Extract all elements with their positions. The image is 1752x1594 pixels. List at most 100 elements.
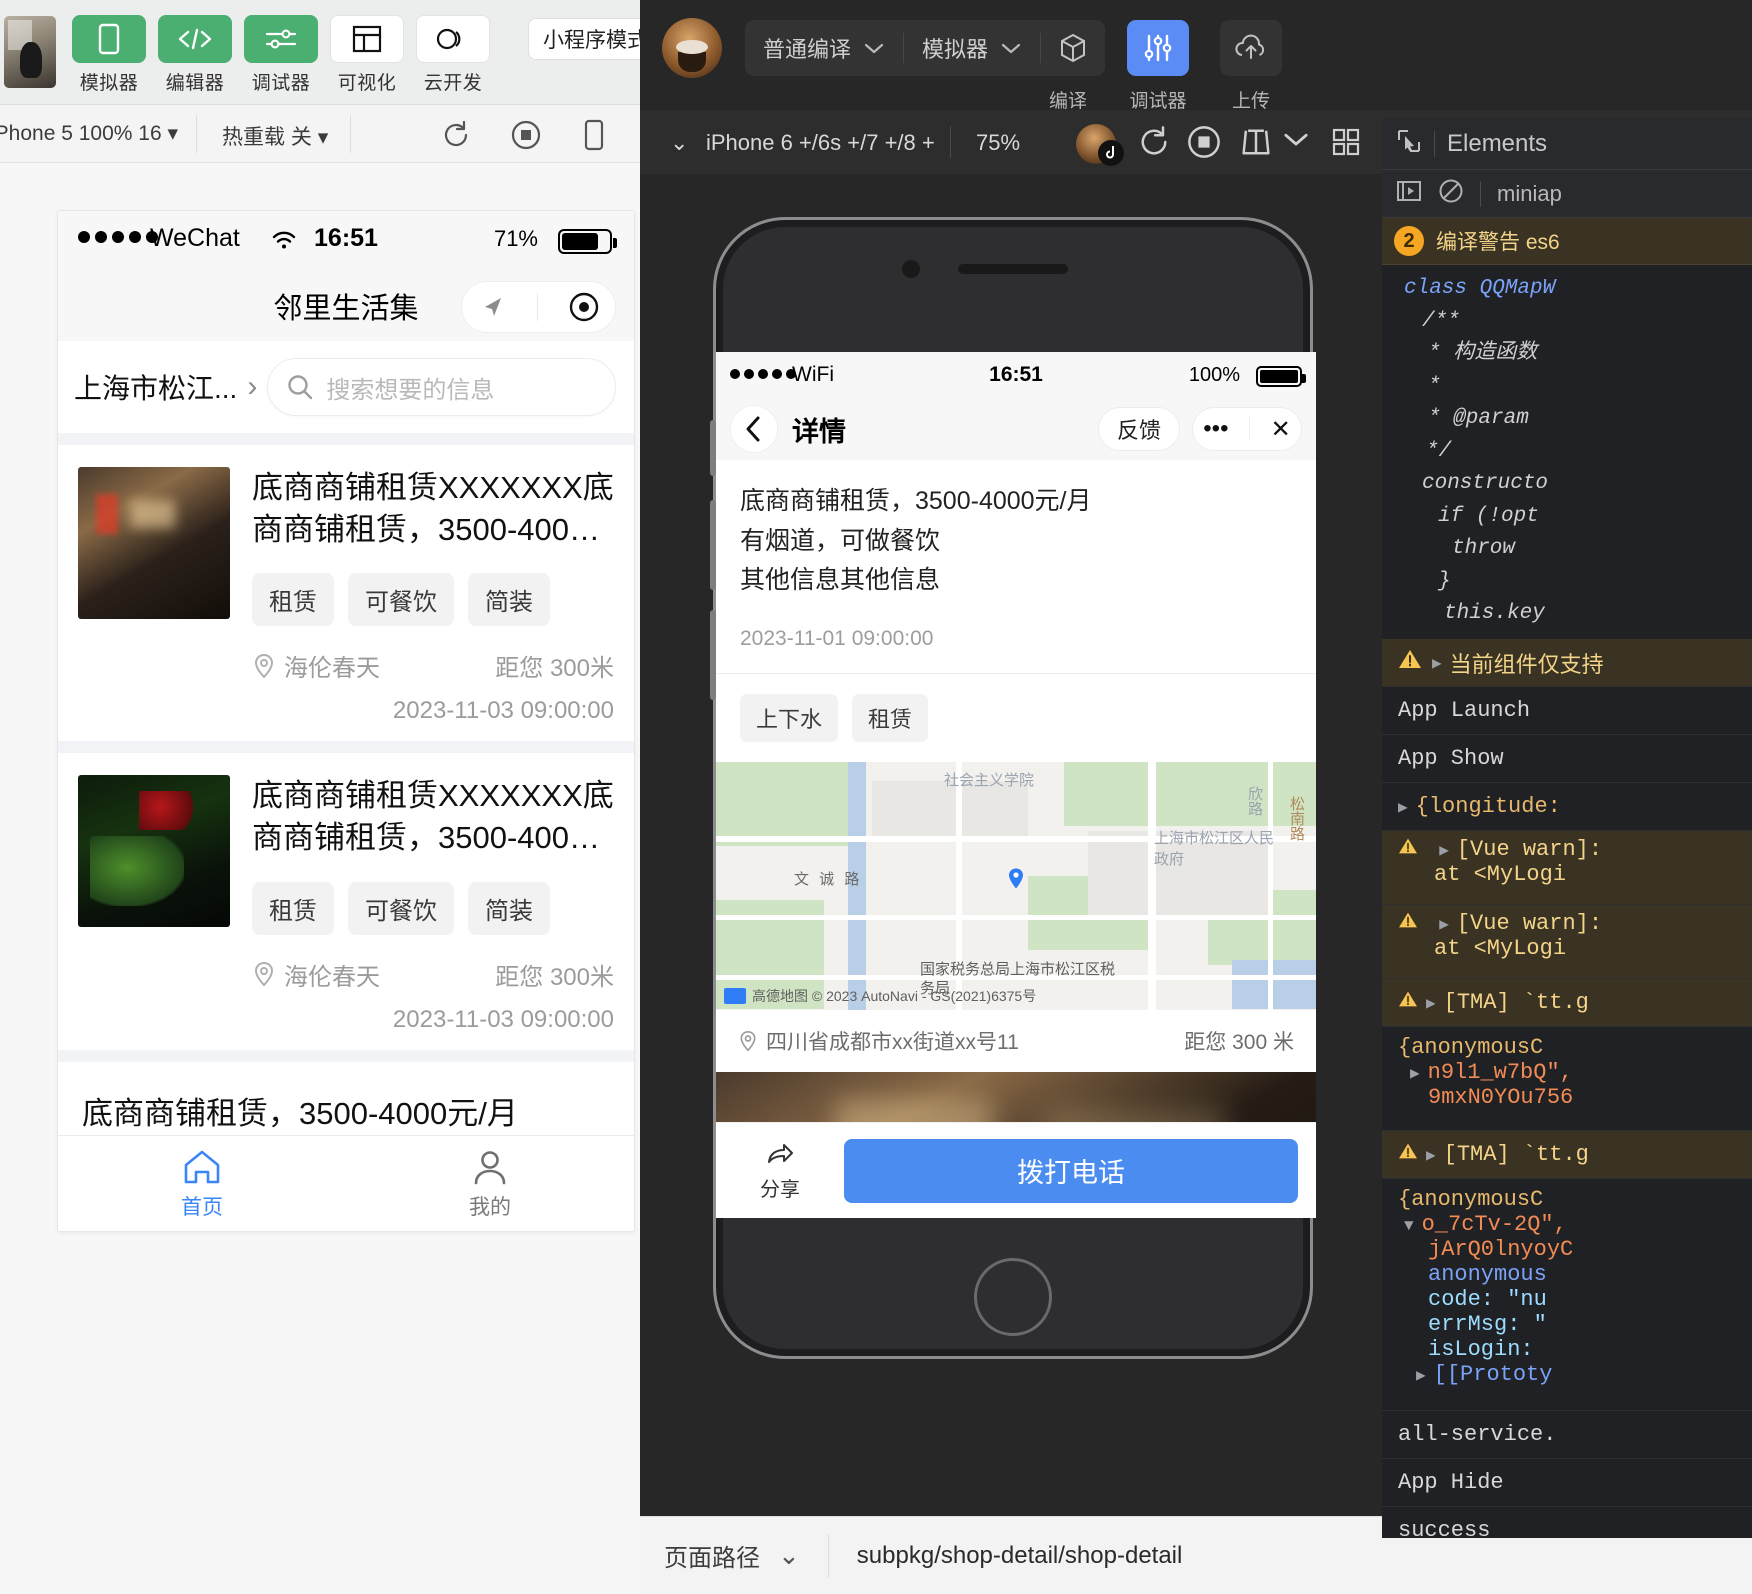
tab-profile[interactable]: 我的 [346, 1136, 634, 1231]
avatar[interactable] [4, 16, 56, 88]
package-icon [1061, 33, 1086, 63]
cloud-upload-icon [1235, 34, 1265, 59]
home-button[interactable] [974, 1258, 1052, 1336]
tag[interactable]: 可餐饮 [348, 881, 454, 935]
list-item[interactable]: 底商商铺租赁XXXXXXX底商商铺租赁，3500-400… 租赁 可餐饮 简装 [58, 445, 634, 742]
toolbar-button-editor[interactable] [158, 15, 232, 63]
device-dropdown[interactable]: ⌄ [670, 130, 688, 156]
close-icon[interactable]: ✕ [1271, 415, 1291, 444]
expand-triangle-icon[interactable]: ▶ [1432, 653, 1442, 673]
page-path-value[interactable]: subpkg/shop-detail/shop-detail [857, 1542, 1183, 1570]
expand-triangle-icon[interactable]: ▶ [1426, 1145, 1436, 1165]
feedback-button[interactable]: 反馈 [1097, 407, 1180, 451]
zoom-level[interactable]: 75% [976, 130, 1020, 156]
list-item[interactable]: 底商商铺租赁XXXXXXX底商商铺租赁，3500-400… 租赁 可餐饮 简装 [58, 753, 634, 1050]
compile-warning-header[interactable]: 2 编译警告 es6 [1382, 218, 1752, 265]
expand-triangle-icon[interactable]: ▶ [1439, 916, 1449, 934]
clear-icon[interactable] [1438, 178, 1464, 209]
avatar[interactable] [662, 18, 722, 78]
inspect-cursor-icon[interactable] [1396, 128, 1422, 159]
collapse-triangle-icon[interactable]: ▼ [1404, 1217, 1414, 1235]
tab-home[interactable]: 首页 [58, 1136, 346, 1231]
console-row[interactable]: ▶ {longitude: [1382, 783, 1752, 832]
map-view[interactable]: 社会主义学院 上海市松江区人民政府 文 诚 路 国家税务总局上海市松江区税务局 … [716, 761, 1316, 1010]
expand-triangle-icon[interactable]: ▶ [1416, 1367, 1426, 1385]
warning-icon [1398, 911, 1431, 936]
toolbar-button-visual[interactable] [330, 15, 404, 63]
call-button[interactable]: 拨打电话 [844, 1138, 1298, 1203]
tag[interactable]: 简装 [468, 881, 550, 935]
grid-button[interactable] [1330, 126, 1362, 163]
toolbar-button-cloud[interactable] [416, 15, 490, 63]
share-button[interactable]: 分享 [734, 1139, 826, 1202]
stop-button[interactable] [510, 119, 542, 151]
console-row-subtext: code: "nu [1428, 1287, 1547, 1313]
call-label: 拨打电话 [1017, 1158, 1125, 1188]
layout-dropdown[interactable] [1282, 130, 1310, 153]
console-row[interactable]: App Hide [1382, 1459, 1752, 1508]
console-filter[interactable]: miniap [1497, 181, 1562, 207]
console-row[interactable]: ▶ [TMA] `tt.g [1382, 1131, 1752, 1180]
target-selector[interactable]: 模拟器 [904, 20, 1040, 76]
console-row[interactable]: ▶ [TMA] `tt.g [1382, 979, 1752, 1028]
console-row-subtext: jArQ0lnyoyC [1428, 1237, 1574, 1263]
wechat-capsule[interactable] [461, 281, 616, 333]
more-icon[interactable]: ••• [1203, 415, 1228, 443]
console-row-subtext: 9mxN0YOu756 [1428, 1085, 1574, 1111]
expand-triangle-icon[interactable]: ▶ [1439, 842, 1449, 860]
sliders-icon [265, 29, 297, 49]
toolbar-label-editor: 编辑器 [165, 73, 225, 94]
close-circle-icon[interactable] [568, 291, 600, 323]
back-button[interactable] [730, 405, 778, 453]
step-icon[interactable] [1396, 179, 1422, 208]
refresh-button[interactable] [440, 119, 472, 151]
console-row[interactable]: App Show [1382, 735, 1752, 784]
expand-triangle-icon[interactable]: ▶ [1398, 797, 1408, 817]
expand-triangle-icon[interactable]: ▶ [1410, 1065, 1420, 1083]
console-row[interactable]: {anonymousC ▶ n9l1_w7bQ", 9mxN0YOu756 [1382, 1027, 1752, 1132]
search-input[interactable]: 搜索想要的信息 [267, 358, 616, 416]
expand-triangle-icon[interactable]: ▶ [1426, 993, 1436, 1013]
map-label: 文 诚 路 [794, 871, 863, 889]
tag[interactable]: 租赁 [252, 881, 334, 935]
chevron-right-icon[interactable]: › [247, 370, 257, 404]
upload-button[interactable] [1220, 20, 1282, 76]
device-selector[interactable]: iPhone 5 100% 16 ▾ [0, 121, 178, 146]
console-row[interactable]: ▶ [Vue warn]: at <MyLogi [1382, 905, 1752, 980]
compile-button[interactable] [1041, 20, 1105, 76]
toolbar-button-simulator[interactable] [72, 15, 146, 63]
console-row[interactable]: App Launch [1382, 687, 1752, 736]
tag[interactable]: 简装 [468, 573, 550, 627]
layout-button[interactable] [1238, 124, 1274, 165]
stop-button[interactable] [1186, 124, 1222, 165]
console-row[interactable]: {anonymousC ▼ o_7cTv-2Q", jArQ0lnyoyC ano… [1382, 1179, 1752, 1412]
navigate-icon[interactable] [477, 292, 507, 322]
refresh-button[interactable] [1136, 124, 1172, 165]
chevron-down-icon[interactable]: ⌄ [778, 1540, 800, 1571]
console-row-subtext: o_7cTv-2Q", [1421, 1212, 1567, 1238]
console-row[interactable]: ▶ 当前组件仅支持 [1382, 639, 1752, 688]
wechat-capsule[interactable]: ••• ✕ [1192, 407, 1302, 451]
divider [58, 433, 634, 445]
tag[interactable]: 可餐饮 [348, 573, 454, 627]
console-row[interactable]: success [1382, 1507, 1752, 1538]
console-code-block: class QQMapW /** * 构造函数 * * @param */ co… [1382, 265, 1752, 639]
device-label[interactable]: iPhone 6 +/6s +/7 +/8 + [706, 130, 935, 156]
listing-title: 底商商铺租赁XXXXXXX底商商铺租赁，3500-400… [252, 470, 614, 548]
city-selector[interactable]: 上海市松江... [74, 367, 237, 407]
debugger-button[interactable] [1127, 20, 1189, 76]
console-row[interactable]: ▶ [Vue warn]: at <MyLogi [1382, 831, 1752, 906]
tab-elements[interactable]: Elements [1447, 130, 1547, 158]
toolbar-button-debugger[interactable] [244, 15, 318, 63]
listing-tags: 租赁 可餐饮 简装 [252, 573, 614, 627]
warning-icon [1398, 837, 1431, 862]
console-row[interactable]: all-service. [1382, 1411, 1752, 1460]
hot-reload-selector[interactable]: 热重载 关 ▾ [222, 121, 328, 151]
search-icon [288, 375, 313, 400]
device-preview-button[interactable] [582, 119, 614, 151]
tag[interactable]: 租赁 [252, 573, 334, 627]
tag[interactable]: 上下水 [740, 693, 839, 742]
tag[interactable]: 租赁 [852, 693, 929, 742]
layout-icon [1242, 129, 1270, 155]
compile-mode-selector[interactable]: 普通编译 [745, 20, 903, 76]
